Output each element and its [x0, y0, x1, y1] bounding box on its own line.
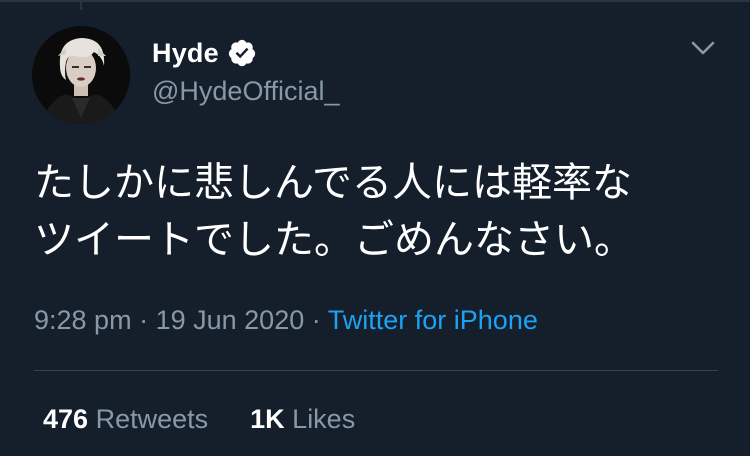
likes-label: Likes: [292, 404, 356, 434]
retweets-label: Retweets: [95, 404, 209, 434]
likes-stat[interactable]: 1K Likes: [250, 404, 355, 434]
top-divider: [0, 0, 750, 2]
avatar[interactable]: [32, 26, 130, 124]
retweets-stat[interactable]: 476 Retweets: [43, 404, 208, 434]
chevron-down-icon[interactable]: [690, 38, 716, 58]
likes-count: 1K: [250, 404, 285, 434]
tweet-source-link[interactable]: Twitter for iPhone: [328, 305, 538, 335]
tweet-date[interactable]: 19 Jun 2020: [156, 305, 305, 335]
avatar-photo: [32, 26, 130, 124]
tweet-text-line-1: たしかに悲しんでる人には軽率な: [34, 160, 632, 206]
stats-divider: [34, 370, 718, 371]
thread-connector: [80, 0, 82, 10]
tweet-detail: Hyde @HydeOfficial_ たしかに悲しんでる人には軽率な ツイート…: [0, 0, 750, 456]
tweet-text-line-2: ツイートでした。ごめんなさい。: [34, 217, 634, 263]
retweets-count: 476: [43, 404, 89, 434]
verified-badge-icon: [227, 38, 257, 68]
meta-separator: ·: [311, 305, 321, 335]
name-row[interactable]: Hyde: [152, 36, 257, 70]
tweet-time[interactable]: 9:28 pm: [34, 305, 132, 335]
meta-separator: ·: [139, 305, 149, 335]
display-name[interactable]: Hyde: [152, 38, 219, 69]
tweet-meta: 9:28 pm · 19 Jun 2020 · Twitter for iPho…: [34, 305, 538, 336]
tweet-stats: 476 Retweets 1K Likes: [43, 404, 355, 435]
user-handle[interactable]: @HydeOfficial_: [152, 76, 339, 107]
